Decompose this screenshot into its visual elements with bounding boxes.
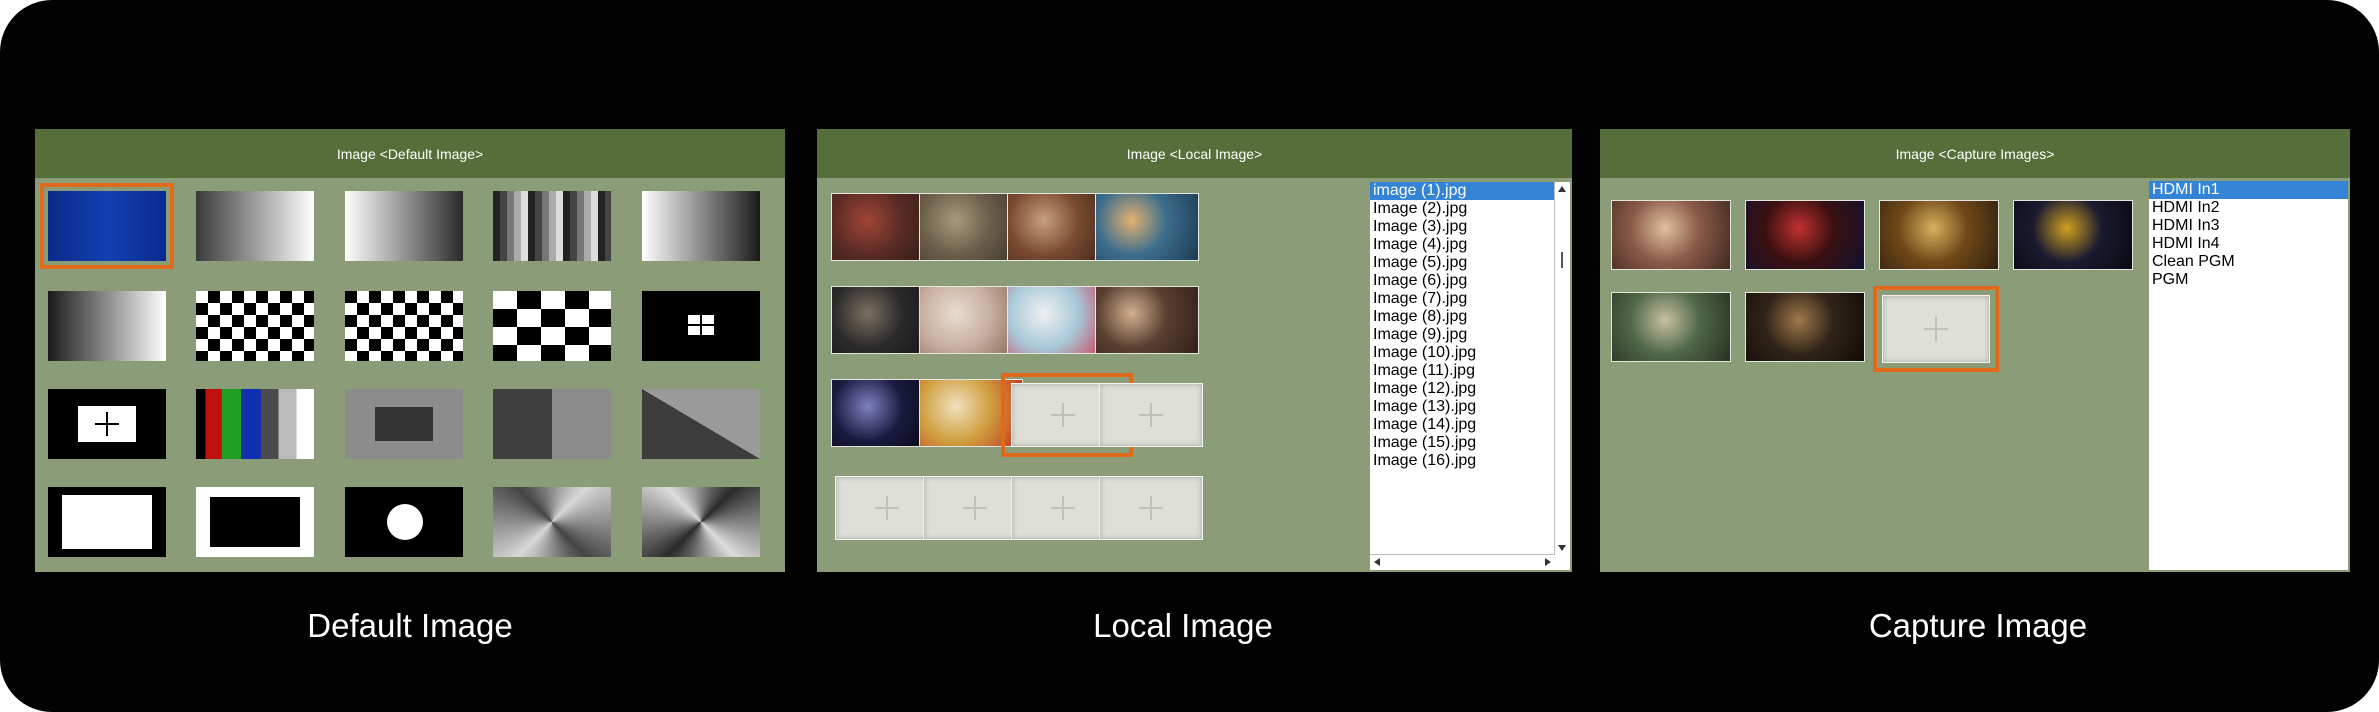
default-pattern-gray-ramp-dark[interactable] bbox=[48, 291, 166, 361]
local-file-item[interactable]: Image (14).jpg bbox=[1370, 416, 1570, 434]
local-file-item[interactable]: Image (2).jpg bbox=[1370, 200, 1570, 218]
capture-source-item[interactable]: HDMI In2 bbox=[2149, 199, 2348, 217]
local-file-list[interactable]: image (1).jpg Image (2).jpg Image (3).jpg I… bbox=[1370, 182, 1570, 570]
local-file-item[interactable]: Image (12).jpg bbox=[1370, 380, 1570, 398]
default-pattern-radial-gradient[interactable] bbox=[493, 487, 611, 557]
capture-source-item[interactable]: HDMI In1 bbox=[2149, 181, 2348, 199]
capture-image-thumbnail[interactable] bbox=[1611, 292, 1731, 362]
capture-source-item[interactable]: HDMI In4 bbox=[2149, 235, 2348, 253]
local-file-item[interactable]: Image (8).jpg bbox=[1370, 308, 1570, 326]
default-pattern-gray-ramp-2[interactable] bbox=[642, 191, 760, 261]
local-empty-slot[interactable] bbox=[1099, 383, 1203, 447]
capture-panel-title: Image <Capture Images> bbox=[1600, 129, 2350, 178]
default-pattern-gray-steps[interactable] bbox=[493, 191, 611, 261]
default-pattern-window-cross[interactable] bbox=[642, 291, 760, 361]
local-file-item[interactable]: Image (10).jpg bbox=[1370, 344, 1570, 362]
window-cross-icon bbox=[688, 315, 714, 335]
default-pattern-center-cross[interactable] bbox=[48, 389, 166, 459]
capture-image-caption: Capture Image bbox=[1868, 607, 2088, 644]
scroll-left-arrow-icon[interactable] bbox=[1374, 558, 1380, 566]
scroll-thumb[interactable] bbox=[1561, 252, 1563, 268]
default-pattern-white-frame[interactable] bbox=[48, 487, 166, 557]
capture-image-panel: Image <Capture Images> HDMI In1 HDMI In2 H… bbox=[1600, 129, 2350, 572]
center-cross-icon bbox=[78, 406, 136, 442]
local-file-list-items: image (1).jpg Image (2).jpg Image (3).jpg I… bbox=[1370, 182, 1570, 470]
local-image-panel: Image <Local Image> image (1).jpg Image (… bbox=[817, 129, 1572, 572]
scroll-up-arrow-icon[interactable] bbox=[1558, 186, 1566, 192]
default-panel-title: Image <Default Image> bbox=[35, 129, 785, 178]
local-file-item[interactable]: Image (4).jpg bbox=[1370, 236, 1570, 254]
capture-image-thumbnail[interactable] bbox=[1745, 292, 1865, 362]
screenshot-frame: Image <Default Image> Default Image Imag… bbox=[0, 0, 2379, 712]
local-file-item[interactable]: Image (16).jpg bbox=[1370, 452, 1570, 470]
capture-selection-highlight bbox=[1873, 286, 1999, 372]
capture-image-thumbnail[interactable] bbox=[2013, 200, 2133, 270]
capture-image-thumbnail[interactable] bbox=[1745, 200, 1865, 270]
default-image-panel: Image <Default Image> bbox=[35, 129, 785, 572]
capture-image-thumbnail[interactable] bbox=[1611, 200, 1731, 270]
local-panel-title: Image <Local Image> bbox=[817, 129, 1572, 178]
default-pattern-color-bars[interactable] bbox=[196, 389, 314, 459]
scroll-right-arrow-icon[interactable] bbox=[1545, 558, 1551, 566]
default-pattern-blue-gradient[interactable] bbox=[40, 183, 174, 269]
local-empty-slot[interactable] bbox=[1099, 476, 1203, 540]
default-pattern-gray-ramp-right[interactable] bbox=[196, 191, 314, 261]
local-image-thumbnail[interactable] bbox=[1095, 286, 1199, 354]
local-image-caption: Local Image bbox=[1093, 607, 1273, 644]
local-file-item[interactable]: Image (7).jpg bbox=[1370, 290, 1570, 308]
scroll-down-arrow-icon[interactable] bbox=[1558, 545, 1566, 551]
default-pattern-gray-split[interactable] bbox=[493, 389, 611, 459]
default-pattern-diagonal-split[interactable] bbox=[642, 389, 760, 459]
default-pattern-black-frame[interactable] bbox=[196, 487, 314, 557]
capture-image-thumbnail[interactable] bbox=[1879, 200, 1999, 270]
default-pattern-gray-box[interactable] bbox=[345, 389, 463, 459]
local-file-item[interactable]: Image (13).jpg bbox=[1370, 398, 1570, 416]
capture-source-list[interactable]: HDMI In1 HDMI In2 HDMI In3 HDMI In4 Clean PG… bbox=[2149, 181, 2348, 570]
default-pattern-radial-gradient-dark[interactable] bbox=[642, 487, 760, 557]
capture-source-item[interactable]: HDMI In3 bbox=[2149, 217, 2348, 235]
default-pattern-circle[interactable] bbox=[345, 487, 463, 557]
local-file-item[interactable]: Image (15).jpg bbox=[1370, 434, 1570, 452]
local-file-item[interactable]: Image (3).jpg bbox=[1370, 218, 1570, 236]
local-list-horizontal-scrollbar[interactable] bbox=[1370, 554, 1555, 570]
capture-source-list-items: HDMI In1 HDMI In2 HDMI In3 HDMI In4 Clean PG… bbox=[2149, 181, 2348, 289]
default-pattern-checker-fine[interactable] bbox=[196, 291, 314, 361]
capture-source-item[interactable]: Clean PGM bbox=[2149, 253, 2348, 271]
local-file-item[interactable]: Image (9).jpg bbox=[1370, 326, 1570, 344]
local-file-item[interactable]: Image (6).jpg bbox=[1370, 272, 1570, 290]
default-pattern-checker-coarse[interactable] bbox=[493, 291, 611, 361]
default-pattern-gray-ramp-left[interactable] bbox=[345, 191, 463, 261]
default-pattern-checker-fine-2[interactable] bbox=[345, 291, 463, 361]
default-image-caption: Default Image bbox=[307, 607, 513, 644]
local-image-thumbnail[interactable] bbox=[1095, 193, 1199, 261]
local-file-item[interactable]: Image (11).jpg bbox=[1370, 362, 1570, 380]
capture-source-item[interactable]: PGM bbox=[2149, 271, 2348, 289]
local-file-item[interactable]: Image (5).jpg bbox=[1370, 254, 1570, 272]
local-file-item[interactable]: image (1).jpg bbox=[1370, 182, 1570, 200]
local-list-vertical-scrollbar[interactable] bbox=[1554, 182, 1570, 555]
